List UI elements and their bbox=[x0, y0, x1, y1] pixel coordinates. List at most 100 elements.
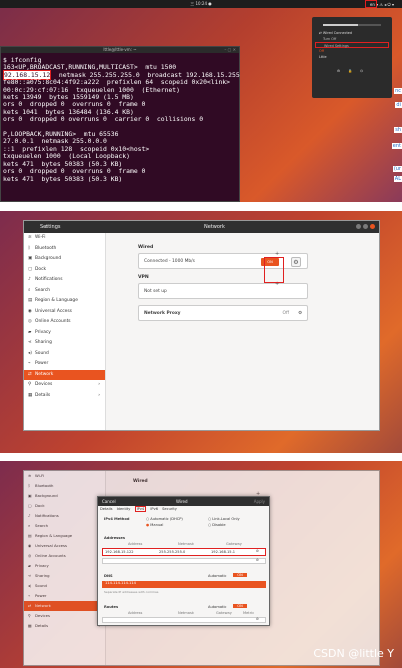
volume-slider[interactable] bbox=[323, 24, 381, 26]
sidebar-item-label: Devices bbox=[35, 613, 50, 618]
route-row[interactable]: ⊘ bbox=[102, 617, 266, 623]
cancel-button[interactable]: Cancel bbox=[102, 497, 116, 506]
side-text: sh bbox=[394, 127, 402, 133]
address-row: 192.168.15.122 255.255.255.0 192.168.15.… bbox=[102, 548, 266, 556]
sidebar-item-dock[interactable]: ▢ Dock bbox=[24, 501, 105, 511]
sidebar-item-region-language[interactable]: ▤ Region & Language bbox=[24, 296, 105, 307]
bluetooth-icon: ᛒ bbox=[28, 245, 31, 251]
sidebar-item-privacy[interactable]: ▰ Privacy bbox=[24, 561, 105, 571]
sidebar-item-label: Search bbox=[35, 523, 49, 528]
sidebar-item-power[interactable]: ⌁ Power bbox=[24, 591, 105, 601]
screenshot-panel-network-settings: ⌕ Settings Network ≋ Wi-Fi ᛒ Bluetooth ▣ Back… bbox=[0, 211, 402, 453]
clock[interactable]: 三 10:24 ● bbox=[190, 1, 212, 6]
menu-action-icons[interactable]: ⚙🔒⏻ bbox=[315, 68, 389, 74]
sidebar-item-universal-access[interactable]: ◉ Universal Access bbox=[24, 541, 105, 551]
sidebar-item-dock[interactable]: ▢ Dock bbox=[24, 265, 105, 276]
radio-manual[interactable]: ● Manual bbox=[146, 523, 163, 527]
sidebar-item-label: Notifications bbox=[35, 277, 63, 282]
remove-icon[interactable]: ⊘ bbox=[256, 558, 259, 562]
sidebar-item-bluetooth[interactable]: ᛒ Bluetooth bbox=[24, 481, 105, 491]
access-icon: ◉ bbox=[28, 308, 32, 314]
sidebar-item-sound[interactable]: ◂) Sound bbox=[24, 581, 105, 591]
terminal-line: ors 0 dropped 0 overruns 0 carrier 0 col… bbox=[3, 115, 204, 124]
sidebar-item-background[interactable]: ▣ Background bbox=[24, 491, 105, 501]
gateway-field[interactable]: 192.168.15.1 bbox=[211, 550, 235, 554]
netmask-field[interactable]: 255.255.255.0 bbox=[159, 550, 185, 554]
radio-auto[interactable]: ○ Automatic (DHCP) bbox=[146, 517, 183, 521]
sidebar-item-online-accounts[interactable]: ◎ Online Accounts bbox=[24, 551, 105, 561]
col-address: Address bbox=[128, 542, 143, 546]
sidebar-item-network[interactable]: ⇄ Network bbox=[24, 369, 105, 380]
vpn-row: Not set up bbox=[138, 283, 308, 299]
routes-col-gateway: Gateway bbox=[216, 611, 232, 615]
wired-label-dimmed: Wired bbox=[133, 479, 148, 484]
sidebar-item-search[interactable]: ⌕ Search bbox=[24, 286, 105, 297]
sidebar-item-sharing[interactable]: ⋖ Sharing bbox=[24, 338, 105, 349]
sidebar-item-notifications[interactable]: ♪ Notifications bbox=[24, 275, 105, 286]
dock-icon: ▢ bbox=[28, 503, 32, 508]
remove-icon[interactable]: ⊘ bbox=[256, 617, 259, 621]
routes-toggle[interactable]: ON bbox=[233, 604, 247, 608]
remove-icon[interactable]: ⊘ bbox=[256, 549, 259, 553]
window-controls-icon[interactable]: – ▢ ✕ bbox=[224, 47, 236, 53]
sidebar-item-notifications[interactable]: ♪ Notifications bbox=[24, 511, 105, 521]
gear-icon[interactable]: ⚙ bbox=[291, 257, 301, 267]
addresses-label: Addresses bbox=[104, 536, 125, 540]
sidebar-item-details[interactable]: ▦Details› bbox=[24, 391, 105, 402]
sidebar-item-devices[interactable]: ⚲Devices› bbox=[24, 611, 105, 621]
dns-toggle[interactable]: ON bbox=[233, 573, 247, 577]
side-text: ent bbox=[391, 143, 402, 149]
gear-icon[interactable]: ⚙ bbox=[298, 306, 302, 322]
sidebar-item-network[interactable]: ⇄ Network bbox=[24, 601, 105, 611]
sidebar-item-wi-fi[interactable]: ≋ Wi-Fi bbox=[24, 233, 105, 244]
address-field[interactable]: 192.168.15.122 bbox=[105, 550, 134, 554]
proxy-status: Off bbox=[282, 311, 289, 316]
sidebar-item-sound[interactable]: ◂) Sound bbox=[24, 349, 105, 360]
search-icon[interactable]: ⌕ bbox=[45, 221, 48, 233]
radio-disable[interactable]: ○ Disable bbox=[208, 523, 226, 527]
sidebar-item-label: Bluetooth bbox=[35, 245, 57, 251]
terminal-title: lttle@lttle-vm: ~ bbox=[103, 47, 137, 52]
dns-field[interactable]: 114.114.114.114 bbox=[102, 581, 266, 588]
window-controls[interactable] bbox=[356, 224, 375, 229]
sidebar-item-wi-fi[interactable]: ≋ Wi-Fi bbox=[24, 471, 105, 481]
menu-item-user[interactable]: Lttle bbox=[315, 54, 389, 60]
tab-security[interactable]: Security bbox=[162, 507, 177, 511]
chevron-right-icon: › bbox=[98, 382, 100, 387]
sidebar-item-label: Devices bbox=[35, 382, 53, 387]
sidebar-item-bluetooth[interactable]: ᛒ Bluetooth bbox=[24, 244, 105, 255]
background-icon: ▣ bbox=[28, 256, 33, 261]
sidebar-item-devices[interactable]: ⚲Devices› bbox=[24, 380, 105, 391]
privacy-icon: ▰ bbox=[28, 563, 31, 568]
sidebar-item-universal-access[interactable]: ◉ Universal Access bbox=[24, 307, 105, 318]
sidebar-item-details[interactable]: ▦Details› bbox=[24, 621, 105, 631]
background-icon: ▣ bbox=[28, 493, 32, 498]
sidebar-item-region-language[interactable]: ▤ Region & Language bbox=[24, 531, 105, 541]
sidebar-item-privacy[interactable]: ▰ Privacy bbox=[24, 328, 105, 339]
radio-link-local[interactable]: ○ Link-Local Only bbox=[208, 517, 240, 521]
tab-details[interactable]: Details bbox=[100, 507, 112, 511]
apply-button[interactable]: Apply bbox=[254, 497, 265, 506]
sharing-icon: ⋖ bbox=[28, 573, 32, 578]
sidebar-item-sharing[interactable]: ⋖ Sharing bbox=[24, 571, 105, 581]
terminal-window[interactable]: lttle@lttle-vm: ~ – ▢ ✕ $ ifconfig 163<UP… bbox=[0, 46, 240, 202]
sidebar-item-label: Details bbox=[35, 392, 51, 398]
proxy-label: Network Proxy bbox=[144, 311, 181, 316]
address-row-empty[interactable]: ⊘ bbox=[102, 558, 266, 564]
tab-ipv6[interactable]: IPv6 bbox=[150, 507, 158, 511]
sidebar-item-background[interactable]: ▣ Background bbox=[24, 254, 105, 265]
devices-icon: ⚲ bbox=[28, 613, 31, 618]
network-icon: ⇄ bbox=[28, 371, 32, 377]
power-icon: ⌁ bbox=[28, 361, 31, 366]
side-text: nc bbox=[394, 88, 402, 94]
sidebar-item-online-accounts[interactable]: ◎ Online Accounts bbox=[24, 317, 105, 328]
gear-highlight-box bbox=[264, 257, 284, 283]
tab-identity[interactable]: Identity bbox=[117, 507, 131, 511]
tab-ipv4[interactable]: IPv4 bbox=[134, 506, 147, 512]
sidebar-item-search[interactable]: ⌕ Search bbox=[24, 521, 105, 531]
maximize-icon bbox=[363, 224, 368, 229]
sidebar-item-power[interactable]: ⌁ Power bbox=[24, 359, 105, 370]
routes-col-metric: Metric bbox=[243, 611, 255, 615]
sidebar-item-label: Notifications bbox=[35, 513, 59, 518]
network-proxy-row[interactable]: Network Proxy Off ⚙ bbox=[138, 305, 308, 321]
